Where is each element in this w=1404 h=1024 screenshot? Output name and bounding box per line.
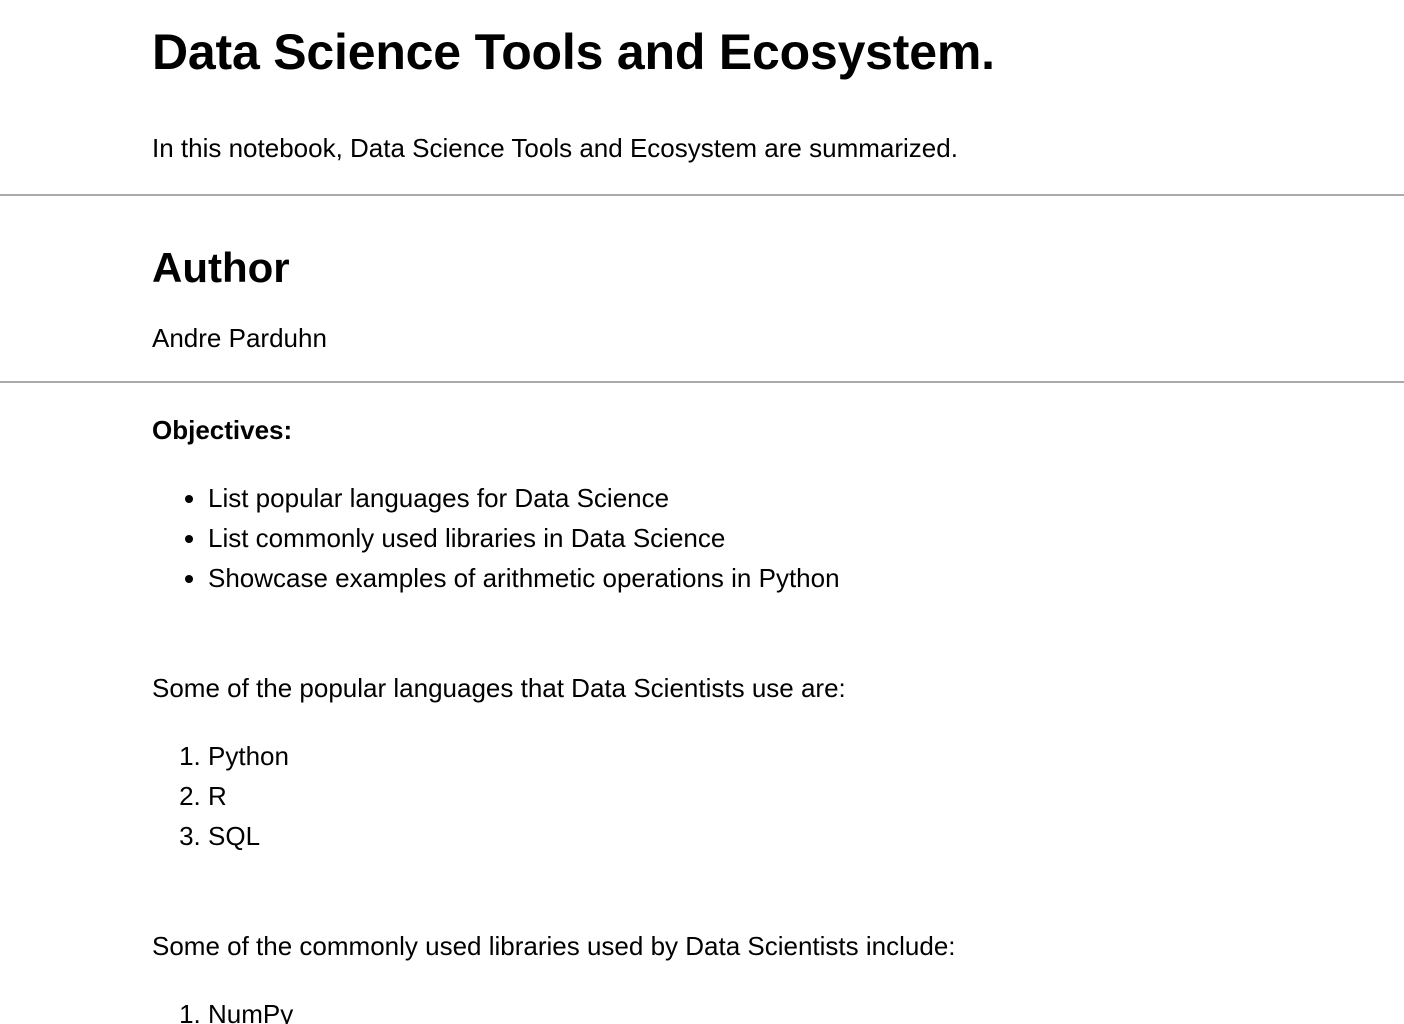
horizontal-divider [0, 381, 1404, 383]
page-title: Data Science Tools and Ecosystem. [152, 24, 995, 80]
intro-text: In this notebook, Data Science Tools and… [152, 133, 958, 163]
list-item: SQL [208, 816, 289, 856]
horizontal-divider [0, 194, 1404, 196]
list-item: Python [208, 736, 289, 776]
languages-intro: Some of the popular languages that Data … [152, 673, 846, 703]
libraries-intro: Some of the commonly used libraries used… [152, 931, 956, 961]
list-item: Showcase examples of arithmetic operatio… [208, 558, 840, 598]
libraries-list: NumPy [152, 994, 293, 1024]
list-item: NumPy [208, 994, 293, 1024]
list-item: List popular languages for Data Science [208, 478, 840, 518]
list-item: List commonly used libraries in Data Sci… [208, 518, 840, 558]
objectives-list: List popular languages for Data Science … [152, 478, 840, 598]
languages-list: Python R SQL [152, 736, 289, 856]
objectives-heading: Objectives: [152, 415, 293, 445]
author-heading: Author [152, 244, 290, 291]
list-item: R [208, 776, 289, 816]
author-name: Andre Parduhn [152, 323, 327, 353]
